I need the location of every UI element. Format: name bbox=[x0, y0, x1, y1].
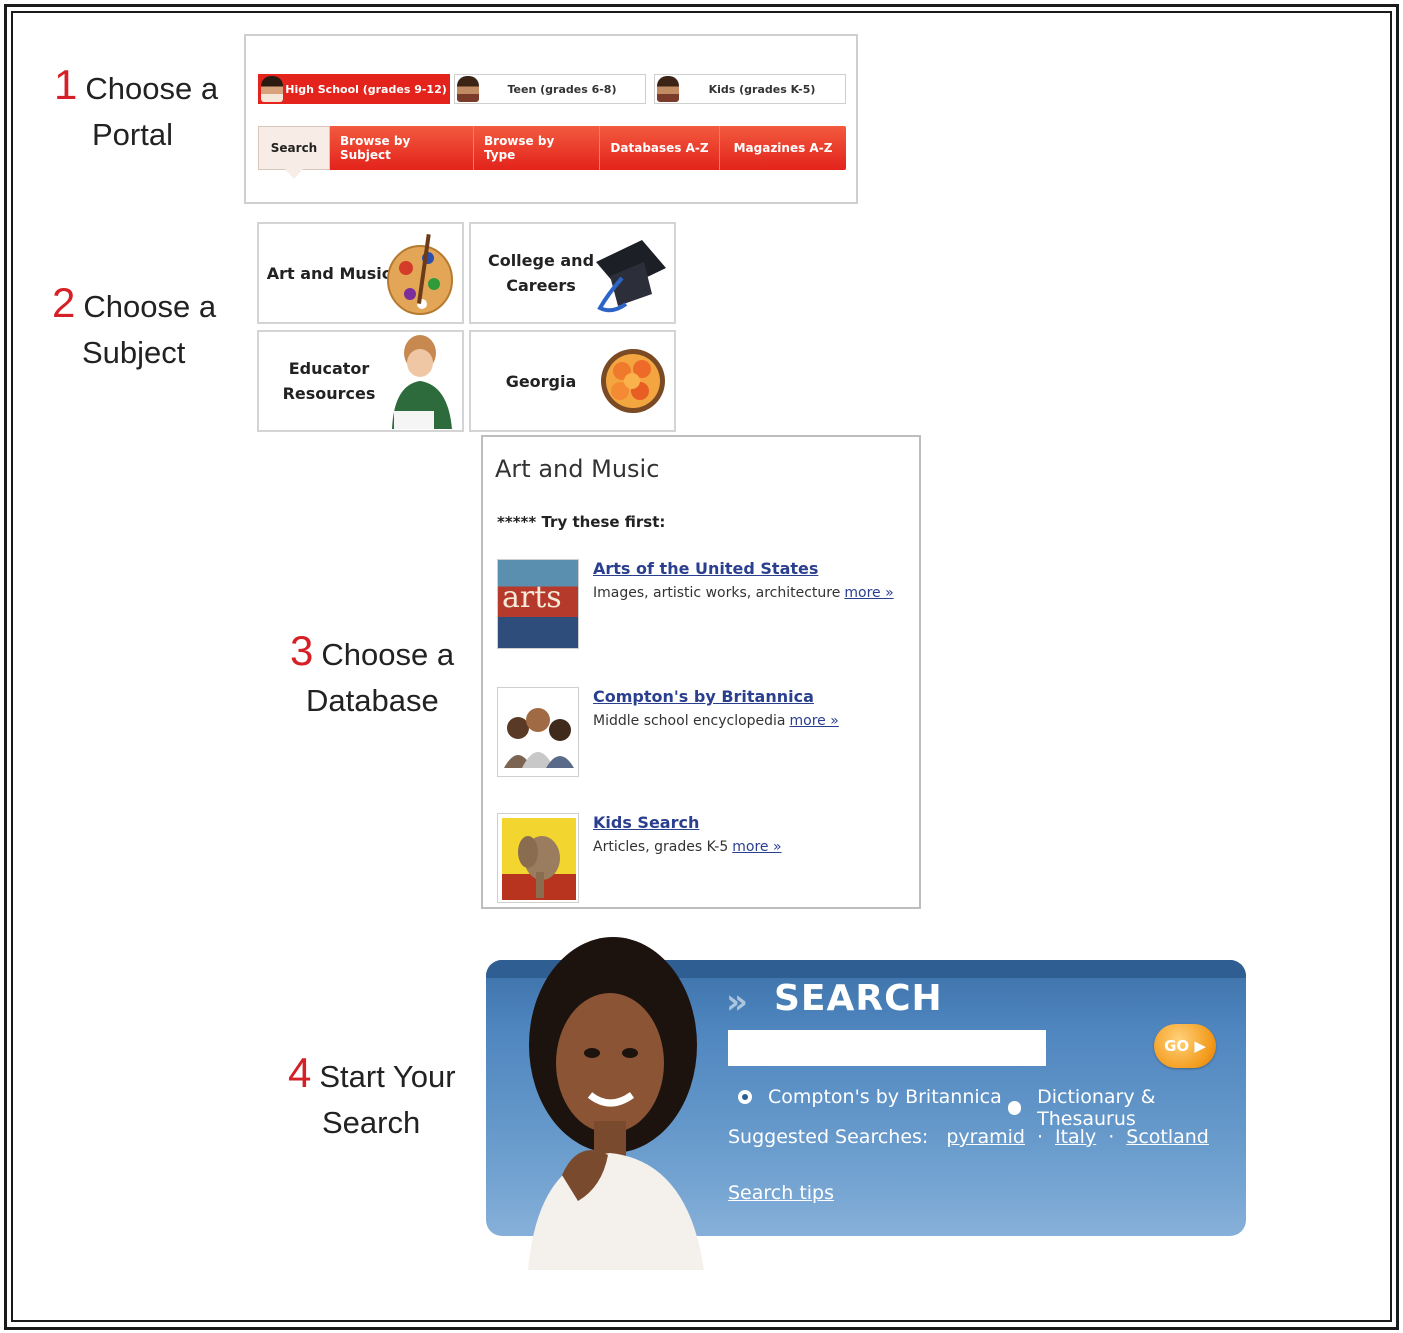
portal-tab-kids[interactable]: Kids (grades K-5) bbox=[654, 74, 846, 104]
subject-tile-georgia[interactable]: Georgia bbox=[469, 330, 676, 432]
stars-rating: ***** bbox=[497, 513, 537, 531]
graduation-cap-icon bbox=[596, 240, 666, 313]
student-avatar-icon bbox=[457, 76, 479, 102]
go-button[interactable]: GO ▶ bbox=[1154, 1024, 1216, 1068]
database-description: Middle school encyclopedia more » bbox=[593, 713, 839, 729]
arts-thumbnail-image: arts bbox=[497, 559, 579, 649]
suggested-link-scotland[interactable]: Scotland bbox=[1126, 1126, 1209, 1148]
step-3-line2: Database bbox=[306, 683, 439, 718]
database-panel: Art and Music ***** Try these first: art… bbox=[481, 435, 921, 909]
subject-label: Educator Resources bbox=[282, 359, 376, 403]
play-arrow-icon: ▶ bbox=[1194, 1037, 1206, 1055]
go-label: GO bbox=[1164, 1037, 1190, 1055]
step-3-number: 3 bbox=[290, 627, 314, 674]
database-item: arts Arts of the United States Images, a… bbox=[497, 559, 917, 651]
step-2-number: 2 bbox=[52, 279, 76, 326]
subject-label: College and Careers bbox=[487, 251, 595, 295]
students-group-icon bbox=[498, 688, 578, 776]
database-description: Articles, grades K-5 more » bbox=[593, 839, 782, 855]
search-input[interactable] bbox=[728, 1030, 1046, 1066]
try-first-label: Try these first: bbox=[541, 513, 666, 531]
step-4-line1: Start Your bbox=[319, 1059, 456, 1094]
step-1-line2: Portal bbox=[92, 117, 173, 152]
student-avatar-icon bbox=[261, 76, 283, 102]
step-1-label: 1 Choose a Portal bbox=[54, 62, 218, 158]
step-1-line1: Choose a bbox=[85, 71, 219, 106]
elephant-icon bbox=[502, 818, 576, 900]
suggested-link-italy[interactable]: Italy bbox=[1055, 1126, 1096, 1148]
step-3-label: 3 Choose a Database bbox=[290, 628, 454, 724]
more-link[interactable]: more » bbox=[732, 839, 781, 855]
thumbnail-text: arts bbox=[502, 580, 562, 615]
separator-dot: · bbox=[1036, 1126, 1043, 1148]
portal-tab-teen[interactable]: Teen (grades 6-8) bbox=[454, 74, 646, 104]
radio-comptons[interactable]: Compton's by Britannica bbox=[738, 1086, 1002, 1108]
portal-panel: High School (grades 9-12) Teen (grades 6… bbox=[244, 34, 858, 204]
subject-tile-college-and-careers[interactable]: College and Careers bbox=[469, 222, 676, 324]
database-description: Images, artistic works, architecture more… bbox=[593, 585, 894, 601]
radio-unselected-icon bbox=[1008, 1101, 1022, 1115]
database-link-comptons-by-britannica[interactable]: Compton's by Britannica bbox=[593, 687, 814, 706]
nav-browse-by-type[interactable]: Browse by Type bbox=[474, 126, 600, 170]
step-2-line2: Subject bbox=[82, 335, 186, 370]
portal-tab-label: Teen (grades 6-8) bbox=[507, 82, 617, 96]
database-item: Kids Search Articles, grades K-5 more » bbox=[497, 813, 917, 905]
portal-tab-high-school[interactable]: High School (grades 9-12) bbox=[258, 74, 450, 104]
step-2-line1: Choose a bbox=[83, 289, 217, 324]
database-link-arts-of-the-united-states[interactable]: Arts of the United States bbox=[593, 559, 818, 578]
students-thumbnail-image bbox=[497, 687, 579, 777]
radio-selected-icon bbox=[738, 1090, 752, 1104]
nav-browse-by-subject[interactable]: Browse by Subject bbox=[330, 126, 474, 170]
database-link-kids-search[interactable]: Kids Search bbox=[593, 813, 699, 832]
suggested-link-pyramid[interactable]: pyramid bbox=[946, 1126, 1025, 1148]
suggested-label: Suggested Searches: bbox=[728, 1126, 929, 1148]
step-3-line1: Choose a bbox=[321, 637, 455, 672]
peaches-icon bbox=[601, 349, 665, 413]
nav-databases-a-z[interactable]: Databases A-Z bbox=[600, 126, 720, 170]
main-nav: Search Browse by Subject Browse by Type … bbox=[258, 126, 846, 179]
palette-icon bbox=[387, 234, 453, 315]
subject-tile-art-and-music[interactable]: Art and Music bbox=[257, 222, 464, 324]
radio-label: Compton's by Britannica bbox=[768, 1086, 1002, 1108]
more-link[interactable]: more » bbox=[790, 713, 839, 729]
student-writing-icon bbox=[392, 335, 452, 429]
step-4-label: 4 Start Your Search bbox=[288, 1050, 456, 1146]
nav-search[interactable]: Search bbox=[258, 126, 330, 179]
suggested-searches: Suggested Searches: pyramid · Italy · Sc… bbox=[728, 1126, 1209, 1148]
student-avatar-icon bbox=[657, 76, 679, 102]
radio-label: Dictionary & Thesaurus bbox=[1037, 1086, 1156, 1130]
database-item: Compton's by Britannica Middle school en… bbox=[497, 687, 917, 779]
subject-label: Art and Music bbox=[266, 263, 392, 283]
step-2-label: 2 Choose a Subject bbox=[52, 280, 216, 376]
more-link[interactable]: more » bbox=[844, 585, 893, 601]
search-heading: SEARCH bbox=[774, 978, 943, 1019]
step-1-number: 1 bbox=[54, 61, 78, 108]
smiling-woman-image bbox=[528, 937, 704, 1270]
step-4-line2: Search bbox=[322, 1105, 421, 1140]
subject-label: Georgia bbox=[505, 371, 577, 391]
radio-dictionary-thesaurus[interactable]: Dictionary & Thesaurus bbox=[1008, 1086, 1246, 1130]
subject-tile-educator-resources[interactable]: Educator Resources bbox=[257, 330, 464, 432]
portal-tab-label: Kids (grades K-5) bbox=[708, 82, 816, 96]
elephant-thumbnail-image bbox=[497, 813, 579, 903]
separator-dot: · bbox=[1108, 1126, 1115, 1148]
step-4-number: 4 bbox=[288, 1049, 312, 1096]
try-first-heading: ***** Try these first: bbox=[497, 513, 665, 531]
search-tips-link[interactable]: Search tips bbox=[728, 1182, 834, 1204]
database-panel-title: Art and Music bbox=[495, 455, 660, 483]
nav-magazines-a-z[interactable]: Magazines A-Z bbox=[720, 126, 846, 170]
portal-tab-label: High School (grades 9-12) bbox=[285, 82, 447, 96]
